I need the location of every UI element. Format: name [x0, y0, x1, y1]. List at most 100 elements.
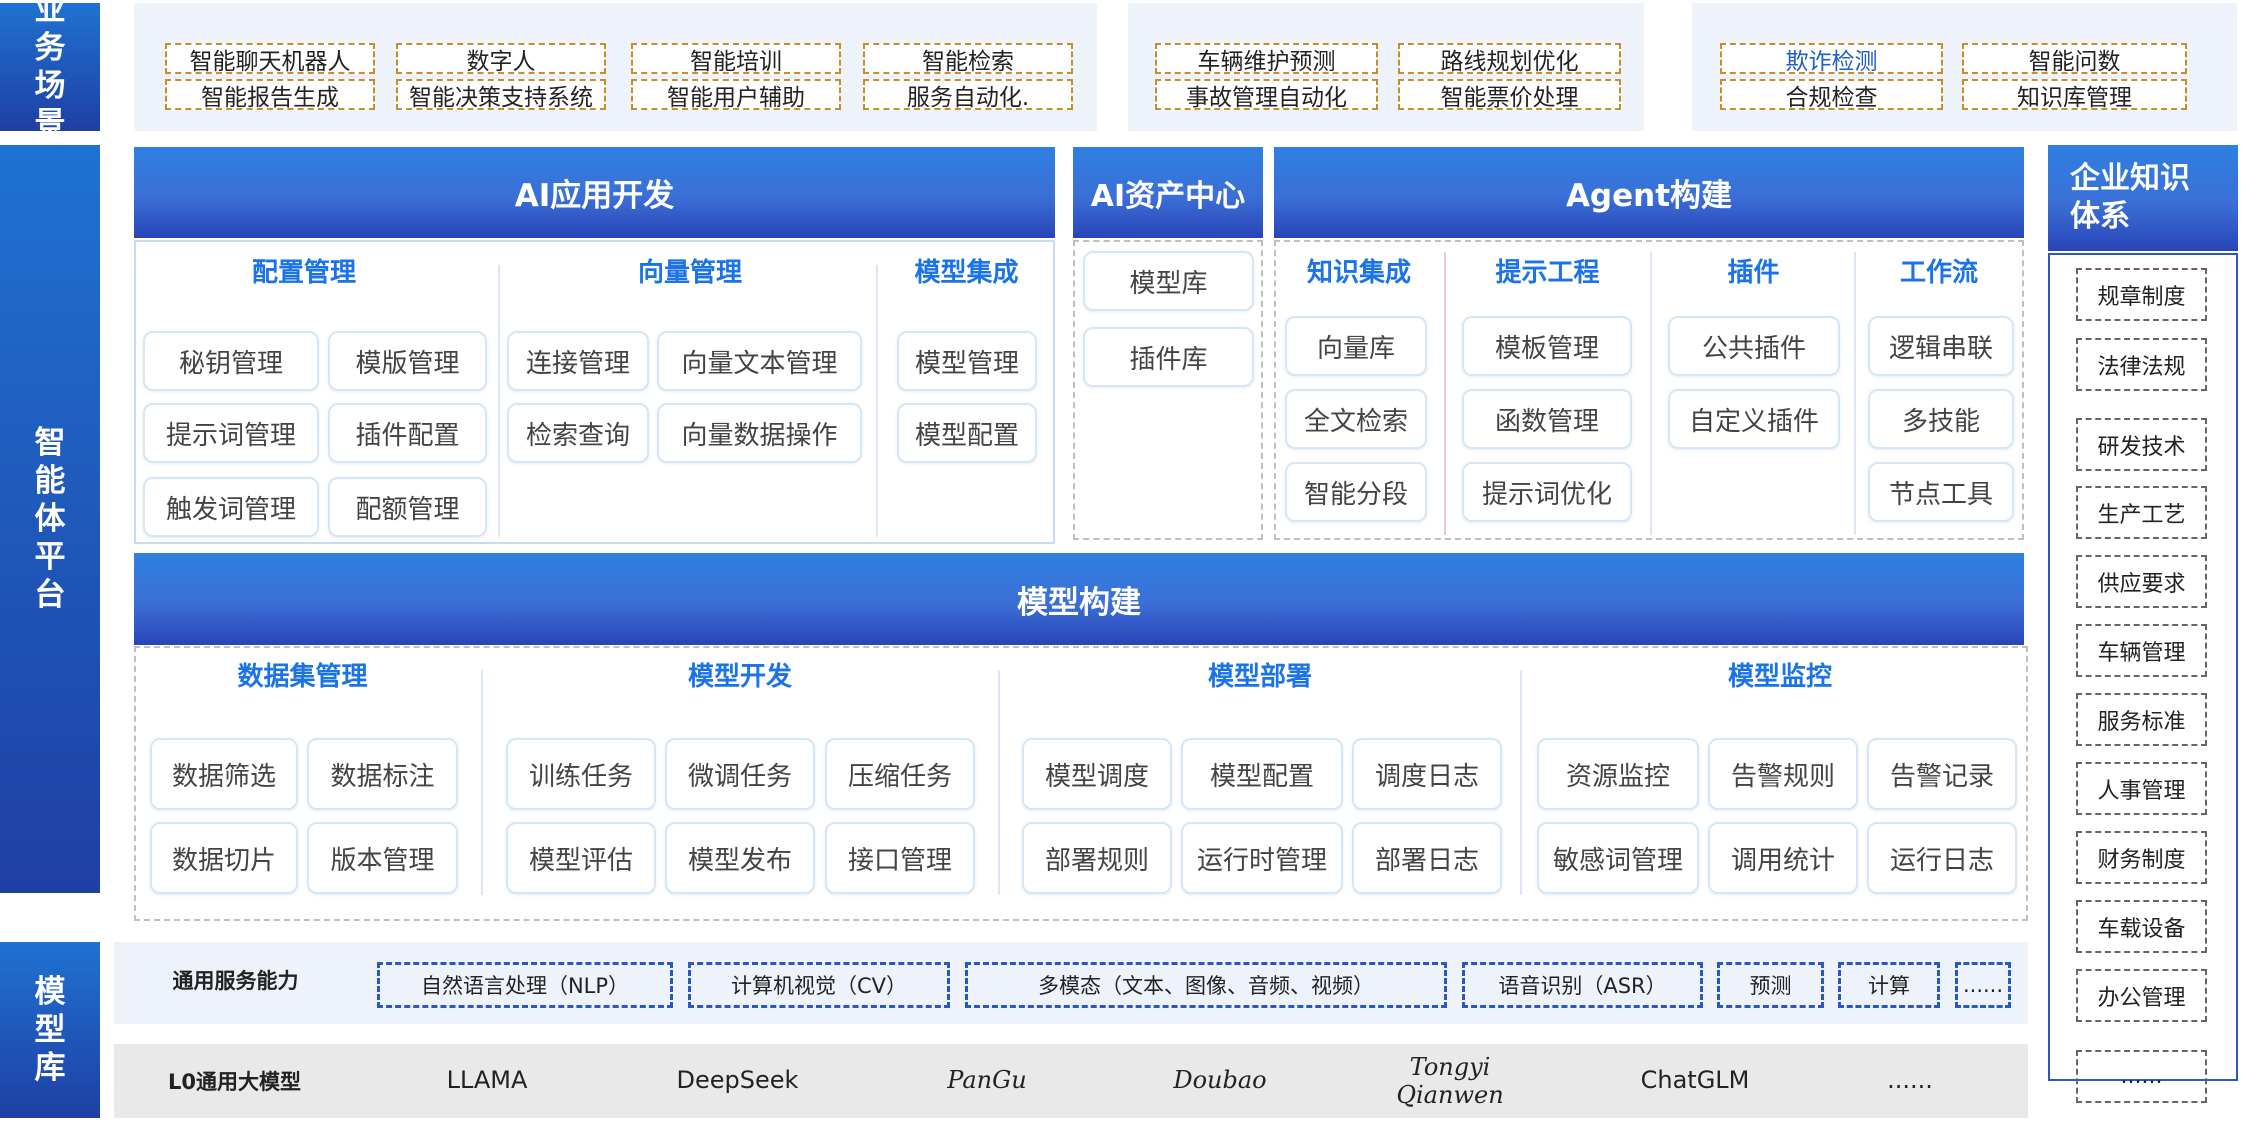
dev-item[interactable]: 训练任务	[506, 738, 656, 810]
dev-title: 模型开发	[687, 661, 792, 692]
knowledge-item[interactable]: 全文检索	[1285, 389, 1427, 449]
knowledge-item[interactable]: 向量库	[1285, 316, 1427, 376]
enterprise-item[interactable]: 法律法规	[2076, 338, 2207, 391]
scene-tag[interactable]: 智能聊天机器人	[165, 43, 375, 75]
deploy-item[interactable]: 部署日志	[1352, 822, 1502, 894]
knowledge-item[interactable]: 智能分段	[1285, 462, 1427, 522]
deploy-item[interactable]: 运行时管理	[1181, 822, 1343, 894]
model-int-title: 模型集成	[914, 257, 1019, 288]
plugin-item[interactable]: 自定义插件	[1668, 389, 1840, 449]
model-name: PanGu	[947, 1066, 1027, 1094]
enterprise-item[interactable]: 研发技术	[2076, 418, 2207, 471]
enterprise-item[interactable]: 生产工艺	[2076, 486, 2207, 539]
prompt-item[interactable]: 模板管理	[1462, 316, 1632, 376]
asset-item[interactable]: 模型库	[1083, 251, 1254, 311]
enterprise-item[interactable]: 人事管理	[2076, 762, 2207, 815]
monitor-item[interactable]: 资源监控	[1537, 738, 1699, 810]
scene-tag[interactable]: 智能决策支持系统	[396, 79, 606, 111]
enterprise-item[interactable]: 车辆管理	[2076, 624, 2207, 677]
enterprise-item[interactable]: 车载设备	[2076, 900, 2207, 953]
scene-tag[interactable]: 智能报告生成	[165, 79, 375, 111]
config-title: 配置管理	[251, 257, 356, 288]
config-item[interactable]: 插件配置	[328, 403, 487, 463]
vector-item[interactable]: 向量文本管理	[657, 331, 862, 391]
monitor-item[interactable]: 告警记录	[1867, 738, 2017, 810]
scene-tag[interactable]: 智能检索	[863, 43, 1073, 75]
scene-tag[interactable]: 服务自动化.	[863, 79, 1073, 111]
config-item[interactable]: 模版管理	[328, 331, 487, 391]
dataset-title: 数据集管理	[237, 661, 368, 692]
dataset-item[interactable]: 数据筛选	[150, 738, 298, 810]
dev-item[interactable]: 模型评估	[506, 822, 656, 894]
deploy-item[interactable]: 调度日志	[1352, 738, 1502, 810]
dataset-item[interactable]: 版本管理	[307, 822, 458, 894]
config-item[interactable]: 提示词管理	[143, 403, 319, 463]
config-item[interactable]: 触发词管理	[143, 477, 319, 537]
deploy-item[interactable]: 部署规则	[1022, 822, 1172, 894]
l0-label: L0通用大模型	[168, 1070, 301, 1094]
divider	[1444, 252, 1446, 535]
dev-item[interactable]: 模型发布	[665, 822, 815, 894]
capability-tag[interactable]: 多模态（文本、图像、音频、视频）	[965, 962, 1447, 1008]
deploy-title: 模型部署	[1207, 661, 1312, 692]
capability-tag[interactable]: 计算机视觉（CV）	[688, 962, 950, 1008]
monitor-item[interactable]: 调用统计	[1708, 822, 1858, 894]
workflow-item[interactable]: 节点工具	[1868, 462, 2014, 522]
scene-tag[interactable]: 路线规划优化	[1398, 43, 1621, 75]
dev-item[interactable]: 接口管理	[825, 822, 975, 894]
scene-tag[interactable]: 知识库管理	[1962, 79, 2187, 111]
asset-item[interactable]: 插件库	[1083, 327, 1254, 387]
workflow-item[interactable]: 逻辑串联	[1868, 316, 2014, 376]
divider	[1650, 252, 1652, 535]
prompt-item[interactable]: 提示词优化	[1462, 462, 1632, 522]
capability-tag[interactable]: ......	[1955, 962, 2011, 1008]
deploy-item[interactable]: 模型配置	[1181, 738, 1343, 810]
workflow-item[interactable]: 多技能	[1868, 389, 2014, 449]
model-name: DeepSeek	[676, 1066, 799, 1094]
scene-tag[interactable]: 智能用户辅助	[631, 79, 841, 111]
plugin-title: 插件	[1727, 257, 1780, 288]
vector-item[interactable]: 检索查询	[507, 403, 649, 463]
scene-tag[interactable]: 合规检查	[1720, 79, 1943, 111]
scene-tag[interactable]: 数字人	[396, 43, 606, 75]
scene-tag[interactable]: 智能票价处理	[1398, 79, 1621, 111]
scene-tag[interactable]: 欺诈检测	[1720, 43, 1943, 75]
vector-title: 向量管理	[637, 257, 742, 288]
model-int-item[interactable]: 模型配置	[897, 403, 1037, 463]
config-item[interactable]: 配额管理	[328, 477, 487, 537]
scene-tag[interactable]: 智能培训	[631, 43, 841, 75]
dataset-item[interactable]: 数据切片	[150, 822, 298, 894]
monitor-item[interactable]: 敏感词管理	[1537, 822, 1699, 894]
dev-item[interactable]: 压缩任务	[825, 738, 975, 810]
model-name: ChatGLM	[1640, 1066, 1750, 1094]
deploy-item[interactable]: 模型调度	[1022, 738, 1172, 810]
scene-tag[interactable]: 智能问数	[1962, 43, 2187, 75]
monitor-item[interactable]: 告警规则	[1708, 738, 1858, 810]
scene-tag[interactable]: 车辆维护预测	[1155, 43, 1378, 75]
vector-item[interactable]: 连接管理	[507, 331, 649, 391]
divider	[498, 265, 500, 537]
dev-item[interactable]: 微调任务	[665, 738, 815, 810]
scene-tag[interactable]: 事故管理自动化	[1155, 79, 1378, 111]
divider	[876, 265, 878, 537]
config-item[interactable]: 秘钥管理	[143, 331, 319, 391]
plugin-item[interactable]: 公共插件	[1668, 316, 1840, 376]
enterprise-item[interactable]: 办公管理	[2076, 969, 2207, 1022]
model-int-item[interactable]: 模型管理	[897, 331, 1037, 391]
capability-tag[interactable]: 计算	[1838, 962, 1940, 1008]
agent-header: Agent构建	[1274, 147, 2024, 238]
capability-tag[interactable]: 自然语言处理（NLP）	[377, 962, 673, 1008]
dataset-item[interactable]: 数据标注	[307, 738, 458, 810]
capability-tag[interactable]: 预测	[1717, 962, 1824, 1008]
monitor-item[interactable]: 运行日志	[1867, 822, 2017, 894]
enterprise-item[interactable]: 财务制度	[2076, 831, 2207, 884]
enterprise-item[interactable]: 供应要求	[2076, 555, 2207, 608]
vector-item[interactable]: 向量数据操作	[657, 403, 862, 463]
model-name: Doubao	[1173, 1066, 1267, 1094]
prompt-item[interactable]: 函数管理	[1462, 389, 1632, 449]
enterprise-item[interactable]: 规章制度	[2076, 268, 2207, 321]
layer-label-model-lib: 模型库	[0, 942, 100, 1118]
enterprise-item[interactable]: ......	[2076, 1050, 2207, 1103]
capability-tag[interactable]: 语音识别（ASR）	[1462, 962, 1703, 1008]
enterprise-item[interactable]: 服务标准	[2076, 693, 2207, 746]
